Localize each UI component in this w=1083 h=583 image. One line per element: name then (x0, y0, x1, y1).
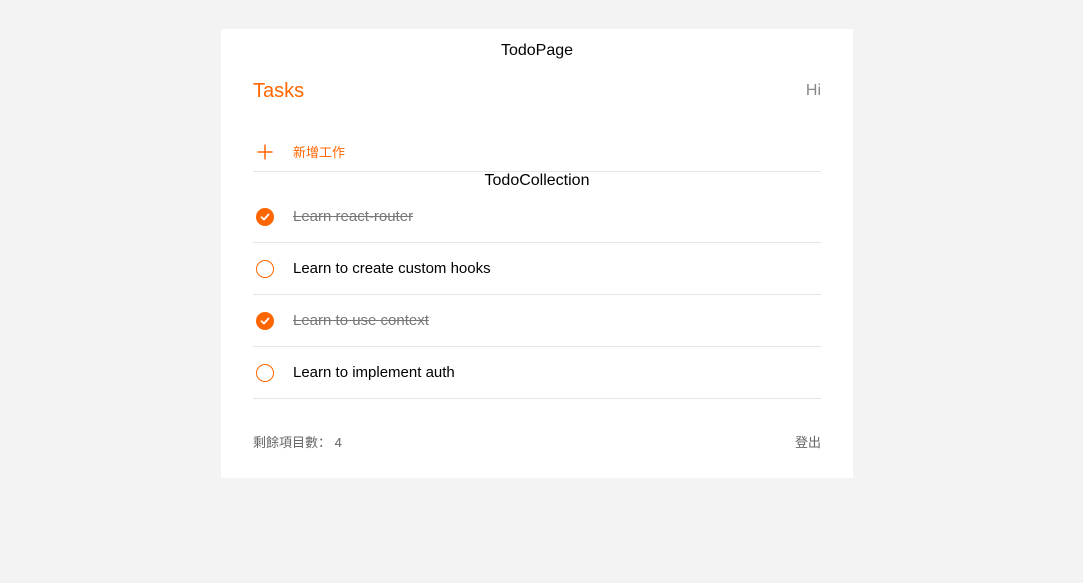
todo-title: Learn to use context (293, 312, 429, 329)
add-todo-row[interactable] (253, 133, 821, 172)
remaining-value: 4 (334, 434, 342, 450)
todo-title: Learn to create custom hooks (293, 260, 491, 277)
plus-icon[interactable] (253, 140, 277, 164)
todo-item[interactable]: Learn to implement auth (253, 347, 821, 399)
logout-button[interactable]: 登出 (795, 432, 821, 451)
todo-title: Learn to implement auth (293, 364, 455, 381)
page-title: TodoPage (500, 42, 574, 59)
remaining-count: 剩餘項目數： 4 (253, 432, 342, 451)
empty-circle-icon[interactable] (256, 363, 274, 382)
checked-circle-icon[interactable] (256, 207, 274, 226)
todo-item[interactable]: Learn to create custom hooks (253, 243, 821, 295)
todo-title: Learn react-router (293, 208, 414, 225)
add-todo-input[interactable] (293, 144, 593, 160)
header: Tasks Hi (253, 79, 821, 103)
empty-circle-icon[interactable] (256, 259, 274, 278)
collection-title: TodoCollection (484, 172, 590, 189)
remaining-label: 剩餘項目數： (253, 434, 332, 450)
todo-list: Learn react-router Learn to create custom… (253, 191, 821, 399)
todo-item[interactable]: Learn react-router (253, 191, 821, 243)
checked-circle-icon[interactable] (256, 311, 274, 330)
brand-title: Tasks (253, 79, 305, 102)
todo-card: TodoPage Tasks Hi TodoCollection Learn r… (221, 29, 853, 478)
todo-item[interactable]: Learn to use context (253, 295, 821, 347)
greeting-text: Hi (805, 82, 821, 99)
footer: 剩餘項目數： 4 登出 (253, 431, 821, 451)
